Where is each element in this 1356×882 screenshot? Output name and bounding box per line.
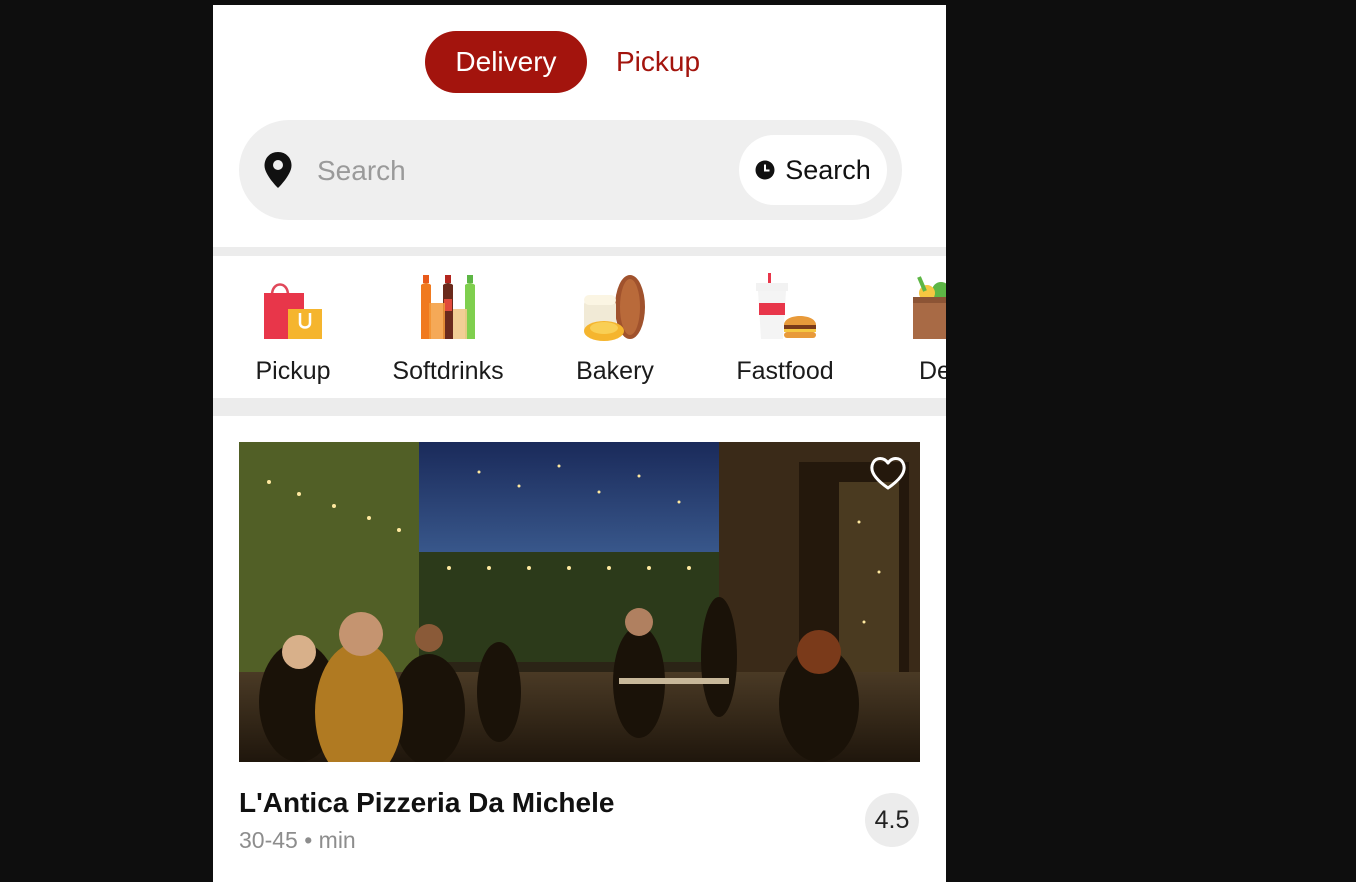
category-bakery[interactable]: Bakery xyxy=(571,269,659,391)
shopping-bags-icon xyxy=(264,283,322,339)
category-label: De xyxy=(919,357,946,385)
delivery-time: 30-45 • min xyxy=(239,827,356,853)
section-divider xyxy=(213,247,946,256)
restaurant-photo-illustration xyxy=(239,442,920,762)
delivery-mode-toggle: Delivery Pickup xyxy=(425,31,700,93)
restaurant-photo[interactable] xyxy=(239,442,920,762)
heart-outline-icon[interactable] xyxy=(868,454,908,492)
pickup-tab[interactable]: Pickup xyxy=(587,31,700,93)
bread-icon xyxy=(584,275,645,341)
search-input[interactable] xyxy=(317,148,727,194)
restaurant-name[interactable]: L'Antica Pizzeria Da Michele xyxy=(239,787,614,819)
burger-drink-icon xyxy=(756,273,816,339)
category-fastfood[interactable]: Fastfood xyxy=(731,269,839,391)
category-label: Bakery xyxy=(576,357,654,385)
soda-bottles-icon xyxy=(421,275,475,339)
category-label: Softdrinks xyxy=(392,357,504,385)
category-label: Fastfood xyxy=(736,357,834,385)
category-partial[interactable]: De xyxy=(911,269,946,391)
category-softdrinks[interactable]: Softdrinks xyxy=(383,269,513,391)
search-bar: Search xyxy=(239,120,902,220)
category-carousel[interactable]: Pickup Softdrinks Bakery Fastfood De xyxy=(213,269,946,391)
rating-badge: 4.5 xyxy=(865,793,919,847)
delivery-tab[interactable]: Delivery xyxy=(425,31,587,93)
category-label: Pickup xyxy=(255,357,331,385)
schedule-button-label: Search xyxy=(785,154,871,185)
location-pin-icon xyxy=(264,152,292,188)
grocery-bag-icon xyxy=(913,276,946,339)
clock-icon xyxy=(755,160,775,180)
section-divider xyxy=(213,398,946,416)
schedule-button[interactable]: Search xyxy=(739,135,887,205)
category-pickup[interactable]: Pickup xyxy=(255,269,331,391)
app-screen: Delivery Pickup Search Pickup xyxy=(213,5,946,882)
